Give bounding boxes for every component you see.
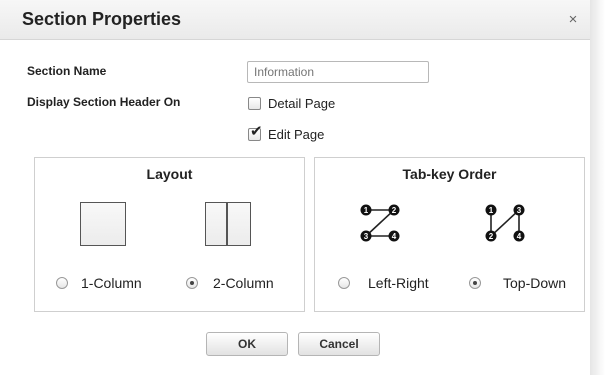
layout-panel: Layout 1-Column 2-Column bbox=[34, 157, 305, 312]
svg-text:4: 4 bbox=[517, 232, 522, 241]
detail-page-label: Detail Page bbox=[268, 96, 336, 111]
dialog-title: Section Properties bbox=[22, 9, 182, 29]
svg-text:2: 2 bbox=[489, 232, 494, 241]
section-name-label: Section Name bbox=[27, 64, 107, 78]
display-header-label: Display Section Header On bbox=[27, 95, 181, 109]
node-2: 2 bbox=[485, 230, 497, 242]
svg-text:2: 2 bbox=[392, 206, 397, 215]
svg-text:1: 1 bbox=[364, 206, 369, 215]
cancel-button[interactable]: Cancel bbox=[298, 332, 380, 356]
node-4: 4 bbox=[388, 230, 400, 242]
column-divider bbox=[226, 203, 228, 245]
left-right-order-icon[interactable]: 1 2 3 4 bbox=[358, 202, 406, 246]
dialog-header: Section Properties × bbox=[0, 0, 590, 40]
tab-order-panel: Tab-key Order 1 2 3 4 1 3 2 4 Left-Right… bbox=[314, 157, 585, 312]
radio-selected-dot bbox=[190, 281, 194, 285]
svg-text:4: 4 bbox=[392, 232, 397, 241]
left-right-label: Left-Right bbox=[368, 275, 429, 291]
edit-page-checkbox[interactable]: ✔ bbox=[248, 124, 263, 141]
edit-page-label: Edit Page bbox=[268, 127, 325, 142]
top-down-order-icon[interactable]: 1 3 2 4 bbox=[483, 202, 531, 246]
svg-text:3: 3 bbox=[517, 206, 522, 215]
section-properties-dialog: Section Properties × Section Name Displa… bbox=[0, 0, 605, 375]
svg-text:1: 1 bbox=[489, 206, 494, 215]
ok-button[interactable]: OK bbox=[206, 332, 288, 356]
tab-order-title: Tab-key Order bbox=[402, 166, 497, 182]
section-name-input[interactable] bbox=[247, 61, 429, 83]
layout-title: Layout bbox=[146, 166, 193, 182]
one-column-radio[interactable] bbox=[56, 277, 68, 289]
two-column-label: 2-Column bbox=[213, 275, 274, 291]
close-icon[interactable]: × bbox=[565, 12, 581, 28]
two-column-layout-icon[interactable] bbox=[205, 202, 251, 246]
top-down-label: Top-Down bbox=[503, 275, 567, 291]
node-4: 4 bbox=[513, 230, 525, 242]
node-2: 2 bbox=[388, 204, 400, 216]
node-3: 3 bbox=[513, 204, 525, 216]
two-column-radio[interactable] bbox=[186, 277, 198, 289]
detail-page-checkbox[interactable] bbox=[248, 97, 261, 110]
radio-selected-dot bbox=[473, 281, 477, 285]
checkmark-icon: ✔ bbox=[250, 123, 263, 140]
left-right-radio[interactable] bbox=[338, 277, 350, 289]
top-down-radio[interactable] bbox=[469, 277, 481, 289]
node-1: 1 bbox=[485, 204, 497, 216]
node-1: 1 bbox=[360, 204, 372, 216]
one-column-label: 1-Column bbox=[81, 275, 142, 291]
node-3: 3 bbox=[360, 230, 372, 242]
svg-text:3: 3 bbox=[364, 232, 369, 241]
one-column-layout-icon[interactable] bbox=[80, 202, 126, 246]
